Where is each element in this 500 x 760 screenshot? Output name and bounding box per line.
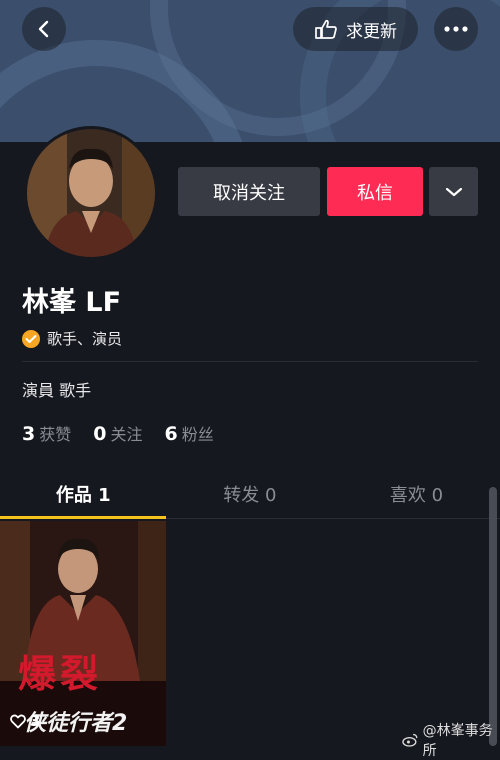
tab-works[interactable]: 作品 1 [0,470,167,519]
profile-stats: 3 获赞 0 关注 6 粉丝 [22,421,214,445]
video-title-art: 爆裂 [18,651,103,696]
request-update-button[interactable]: 求更新 [293,7,418,51]
stat-likes[interactable]: 3 获赞 [22,421,71,445]
more-options-dropdown-button[interactable] [429,167,478,216]
avatar-photo [27,129,155,257]
chevron-down-icon [445,187,462,196]
more-button[interactable] [434,7,478,51]
stat-number: 3 [22,423,36,445]
chevron-left-icon [38,20,49,38]
verified-info: 歌手、演员 [22,328,122,349]
message-button[interactable]: 私信 [327,167,423,216]
verified-label: 歌手、演员 [47,330,123,348]
video-like-count: 3 [10,712,40,730]
watermark-text: @林峯事务所 [422,723,493,759]
verified-badge-icon [22,329,40,348]
profile-cover: 求更新 [0,0,500,142]
tab-reposts[interactable]: 转发 0 [167,470,334,518]
divider [22,361,478,362]
stat-following[interactable]: 0 关注 [93,421,142,445]
stat-number: 6 [164,423,178,445]
profile-bio: 演員 歌手 [22,381,92,400]
stat-label: 获赞 [39,425,72,444]
back-button[interactable] [22,7,66,51]
avatar[interactable] [24,126,158,260]
scrollbar[interactable] [489,487,497,746]
content-tabs: 作品 1 转发 0 喜欢 0 [0,470,500,519]
stat-number: 0 [93,423,107,445]
weibo-logo-icon [402,733,418,747]
stat-label: 关注 [110,425,143,444]
tab-likes[interactable]: 喜欢 0 [333,470,500,518]
heart-icon [10,714,26,728]
stat-label: 粉丝 [181,425,214,444]
profile-name: 林峯 LF [22,287,122,318]
request-update-label: 求更新 [346,21,397,42]
unfollow-button[interactable]: 取消关注 [178,167,320,216]
stat-followers[interactable]: 6 粉丝 [165,421,214,445]
pointing-hand-icon [315,19,337,39]
watermark: @林峯事务所 [402,720,500,760]
more-dots-icon [444,26,468,32]
like-count-value: 3 [30,712,41,730]
